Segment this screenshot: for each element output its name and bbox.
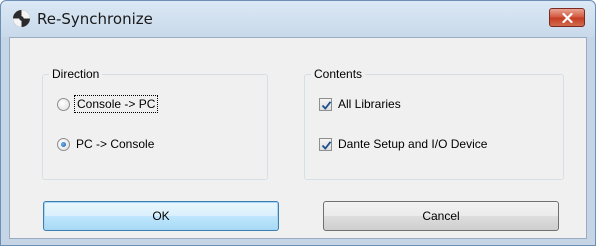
radio-button-unchecked[interactable] xyxy=(57,97,70,111)
dialog-body: Direction Console -> PC PC -> Console Co… xyxy=(9,37,587,239)
checkmark-icon xyxy=(321,140,332,150)
checkbox-dante-setup[interactable]: Dante Setup and I/O Device xyxy=(319,135,487,153)
cancel-button[interactable]: Cancel xyxy=(323,201,559,231)
app-icon xyxy=(12,9,31,28)
radio-console-to-pc[interactable]: Console -> PC xyxy=(57,95,159,113)
title-bar[interactable]: Re-Synchronize xyxy=(1,1,595,37)
radio-pc-to-console[interactable]: PC -> Console xyxy=(57,135,154,153)
checkbox-label-dante-setup: Dante Setup and I/O Device xyxy=(338,137,488,151)
direction-group: Direction Console -> PC PC -> Console xyxy=(42,67,268,180)
resync-dialog: Re-Synchronize Direction Console -> PC P… xyxy=(0,0,596,246)
close-x-icon xyxy=(562,13,573,23)
direction-group-label: Direction xyxy=(49,67,103,81)
checkbox-label-all-libraries: All Libraries xyxy=(338,97,401,111)
checkbox-checked[interactable] xyxy=(319,97,332,111)
radio-label-pc-to-console: PC -> Console xyxy=(76,137,155,151)
checkbox-checked[interactable] xyxy=(319,137,332,151)
close-button[interactable] xyxy=(549,8,585,27)
radio-label-console-to-pc: Console -> PC xyxy=(73,95,159,113)
checkbox-all-libraries[interactable]: All Libraries xyxy=(319,95,401,113)
contents-group-label: Contents xyxy=(311,67,366,81)
window-title: Re-Synchronize xyxy=(37,10,153,28)
contents-group: Contents All Libraries Dante Setup and I… xyxy=(304,67,564,180)
checkmark-icon xyxy=(321,100,332,110)
ok-button[interactable]: OK xyxy=(43,201,279,231)
radio-button-checked[interactable] xyxy=(57,137,70,151)
